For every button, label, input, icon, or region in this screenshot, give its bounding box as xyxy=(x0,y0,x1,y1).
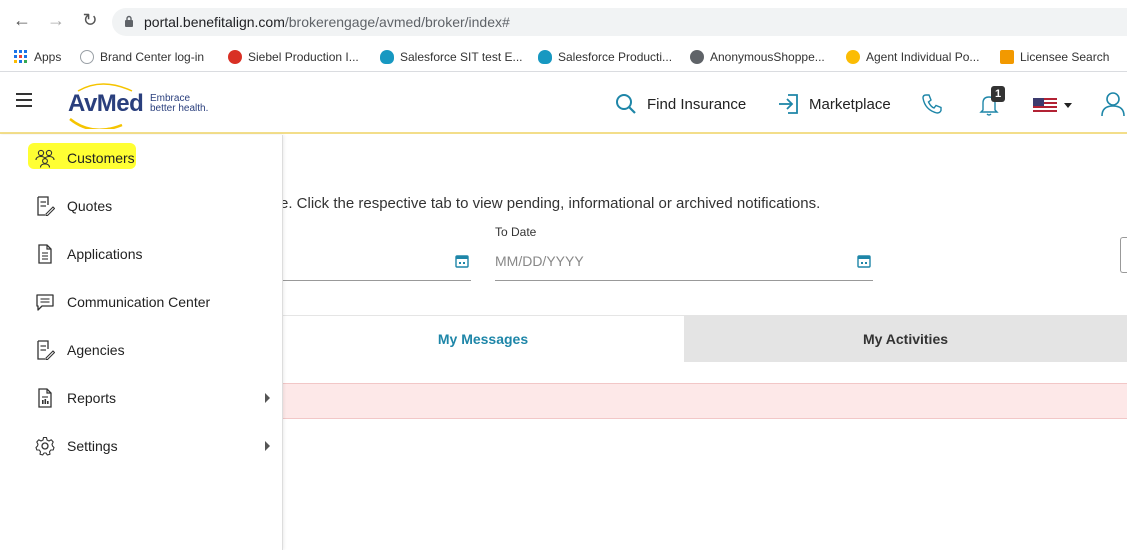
bookmark-siebel[interactable]: Siebel Production I... xyxy=(228,50,359,64)
bookmark-label: Salesforce SIT test E... xyxy=(400,50,523,64)
search-button-partial[interactable] xyxy=(1120,237,1127,273)
site-favicon-icon xyxy=(80,50,94,64)
notifications-info-text: e. Click the respective tab to view pend… xyxy=(280,195,821,212)
url-text: portal.benefitalign.com/brokerengage/avm… xyxy=(144,14,510,30)
yellow-circle-icon xyxy=(846,50,860,64)
us-flag-language-icon[interactable] xyxy=(1033,98,1075,112)
sign-in-arrow-icon xyxy=(779,94,798,114)
document-icon xyxy=(38,244,52,264)
sidebar-item-label: Reports xyxy=(67,390,117,406)
logo-text: AvMed xyxy=(68,90,144,117)
find-insurance-link[interactable]: Find Insurance xyxy=(615,93,746,115)
address-bar[interactable]: portal.benefitalign.com/brokerengage/avm… xyxy=(112,8,1127,36)
browser-toolbar: ← → ↻ portal.benefitalign.com/brokerenga… xyxy=(0,0,1127,44)
bookmark-agent-individual[interactable]: Agent Individual Po... xyxy=(846,50,979,64)
sidebar-item-communication-center[interactable]: Communication Center xyxy=(0,282,283,322)
bookmark-label: Agent Individual Po... xyxy=(866,50,980,64)
sidebar-item-customers[interactable]: Customers xyxy=(0,138,283,178)
sidebar-item-reports[interactable]: Reports xyxy=(0,378,283,418)
side-navigation-drawer: Customers Quotes Applications Communicat… xyxy=(0,135,283,550)
chevron-right-icon xyxy=(265,393,270,403)
document-edit-icon xyxy=(37,340,55,360)
lock-icon xyxy=(125,15,133,27)
logo-tagline: Embrace better health. xyxy=(150,94,208,114)
bookmark-label: Siebel Production I... xyxy=(248,50,359,64)
from-date-field[interactable] xyxy=(283,247,471,281)
salesforce-cloud-icon xyxy=(380,50,394,64)
to-date-field[interactable]: MM/DD/YYYY xyxy=(495,247,873,281)
siebel-favicon-icon xyxy=(228,50,242,64)
gear-icon xyxy=(35,436,55,456)
sidebar-item-applications[interactable]: Applications xyxy=(0,234,283,274)
globe-icon xyxy=(690,50,704,64)
sidebar-item-quotes[interactable]: Quotes xyxy=(0,186,283,226)
chat-icon xyxy=(36,294,54,311)
tab-my-activities[interactable]: My Activities xyxy=(684,315,1127,362)
sidebar-item-label: Quotes xyxy=(67,198,113,214)
bookmark-label: Licensee Search xyxy=(1020,50,1110,64)
find-insurance-label: Find Insurance xyxy=(647,95,747,113)
people-icon xyxy=(35,149,55,168)
url-path: /brokerengage/avmed/broker/index# xyxy=(284,14,510,30)
marketplace-label: Marketplace xyxy=(809,95,891,113)
bookmark-brand-center[interactable]: Brand Center log-in xyxy=(80,50,204,64)
notification-count-badge: 1 xyxy=(991,86,1005,102)
notification-alert-row xyxy=(282,383,1127,419)
bookmark-licensee-search[interactable]: Licensee Search xyxy=(1000,50,1109,64)
bookmark-label: AnonymousShoppe... xyxy=(710,50,825,64)
document-edit-icon xyxy=(37,196,55,216)
licensee-favicon-icon xyxy=(1000,50,1014,64)
back-icon[interactable]: ← xyxy=(12,10,32,30)
to-date-placeholder: MM/DD/YYYY xyxy=(495,253,584,269)
bookmark-anonymous-shopper[interactable]: AnonymousShoppe... xyxy=(690,50,825,64)
sidebar-item-label: Customers xyxy=(67,150,135,166)
tab-my-messages[interactable]: My Messages xyxy=(282,315,684,362)
report-icon xyxy=(38,388,52,408)
url-host: portal.benefitalign.com xyxy=(144,14,285,30)
bookmarks-bar: Apps Brand Center log-in Siebel Producti… xyxy=(0,44,1127,72)
to-date-label: To Date xyxy=(495,225,537,239)
bookmark-salesforce-sit[interactable]: Salesforce SIT test E... xyxy=(380,50,523,64)
user-profile-icon[interactable] xyxy=(1100,91,1127,117)
sidebar-item-label: Communication Center xyxy=(67,294,211,310)
app-header: AvMed Embrace better health. Find Insura… xyxy=(0,73,1127,134)
sidebar-item-settings[interactable]: Settings xyxy=(0,426,283,466)
calendar-icon[interactable] xyxy=(857,254,871,268)
sidebar-item-label: Applications xyxy=(67,246,143,262)
reload-icon[interactable]: ↻ xyxy=(80,10,100,30)
apps-grid-icon xyxy=(14,50,27,63)
bookmark-apps[interactable]: Apps xyxy=(14,50,61,64)
bookmark-label: Salesforce Producti... xyxy=(558,50,673,64)
marketplace-link[interactable]: Marketplace xyxy=(777,93,891,115)
avmed-logo[interactable]: AvMed Embrace better health. xyxy=(62,79,262,129)
sidebar-item-label: Settings xyxy=(67,438,118,454)
bookmark-label: Apps xyxy=(34,50,62,64)
calendar-icon[interactable] xyxy=(455,254,469,268)
hamburger-menu-icon[interactable] xyxy=(16,93,32,107)
sidebar-item-label: Agencies xyxy=(67,342,125,358)
bookmark-label: Brand Center log-in xyxy=(100,50,205,64)
bookmark-salesforce-prod[interactable]: Salesforce Producti... xyxy=(538,50,672,64)
chevron-right-icon xyxy=(265,441,270,451)
search-icon xyxy=(616,94,636,114)
forward-icon[interactable]: → xyxy=(46,10,66,30)
phone-icon[interactable] xyxy=(921,93,943,115)
logo-tagline-line2: better health. xyxy=(150,103,209,114)
salesforce-cloud-icon xyxy=(538,50,552,64)
sidebar-item-agencies[interactable]: Agencies xyxy=(0,330,283,370)
